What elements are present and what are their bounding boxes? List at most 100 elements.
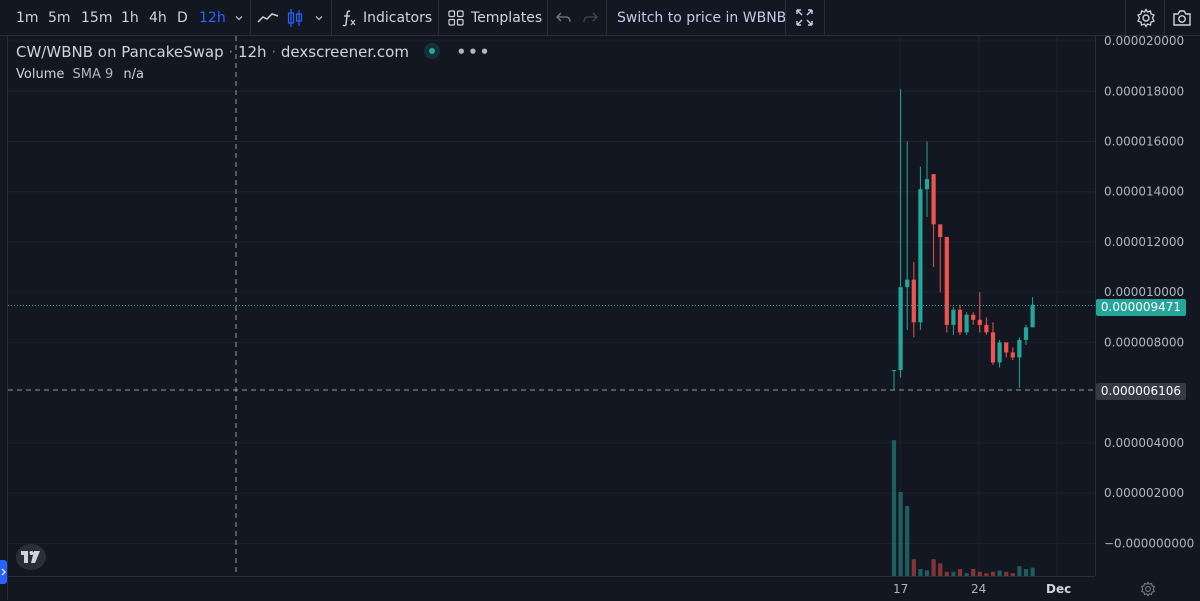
sma-value: n/a xyxy=(123,67,144,82)
candle-body xyxy=(971,314,976,320)
candle-body xyxy=(944,236,949,325)
redo-button[interactable] xyxy=(582,0,598,35)
price-tick-label: 0.000020000 xyxy=(1104,36,1184,48)
interval-d-button[interactable]: D xyxy=(177,0,188,35)
price-chart[interactable] xyxy=(8,36,1095,576)
candle-body xyxy=(905,279,910,288)
volume-bar xyxy=(957,569,963,576)
price-tick-label: 0.000002000 xyxy=(1104,486,1184,500)
volume-bar xyxy=(971,569,976,576)
expand-sidebar-button[interactable] xyxy=(0,560,7,584)
gear-icon xyxy=(1140,581,1156,597)
volume-legend: Volume SMA 9 n/a xyxy=(16,67,144,82)
line-chart-icon xyxy=(257,12,279,23)
grid-icon xyxy=(448,9,464,26)
candle-body xyxy=(911,279,916,323)
candles-icon xyxy=(287,8,303,27)
candle-body xyxy=(1023,327,1029,340)
interval-15m-button[interactable]: 15m xyxy=(81,0,112,35)
indicators-button[interactable]: Indicators xyxy=(341,0,432,35)
candles-chart-type-button[interactable] xyxy=(286,0,304,35)
top-toolbar: 1m 5m 15m 1h 4h D 12h Indicators Templat… xyxy=(0,0,1200,36)
price-tick-label: 0.000010000 xyxy=(1104,285,1184,299)
legend-separator: · xyxy=(271,43,277,61)
volume-bar xyxy=(891,440,897,576)
line-chart-type-button[interactable] xyxy=(257,0,279,35)
last-price-badge: 0.000009471 xyxy=(1096,299,1186,316)
time-axis-settings-button[interactable] xyxy=(1140,581,1156,601)
fullscreen-button[interactable] xyxy=(796,0,813,35)
undo-icon xyxy=(556,12,571,22)
candle-body xyxy=(977,319,982,325)
candle-body xyxy=(1030,304,1035,328)
time-axis[interactable] xyxy=(8,576,1095,600)
chevron-right-icon xyxy=(1,568,6,576)
interval-1m-button[interactable]: 1m xyxy=(16,0,39,35)
templates-button[interactable]: Templates xyxy=(448,0,542,35)
price-tick-label: 0.000012000 xyxy=(1104,235,1184,249)
redo-icon xyxy=(583,12,598,22)
chart-legend: CW/WBNB on PancakeSwap · 12h · dexscreen… xyxy=(16,43,491,61)
market-status-dot xyxy=(423,43,440,59)
crosshair-price-badge: 0.000006106 xyxy=(1096,383,1186,400)
fullscreen-icon xyxy=(796,9,813,26)
candle-body xyxy=(957,309,963,333)
price-tick-label: 0.000008000 xyxy=(1104,335,1184,349)
interval-dropdown-button[interactable] xyxy=(234,0,248,35)
time-label-17: 17 xyxy=(893,582,909,596)
candle-body xyxy=(898,287,903,371)
candle-body xyxy=(1017,339,1022,358)
settings-button[interactable] xyxy=(1136,0,1156,35)
chart-pane[interactable] xyxy=(8,36,1095,576)
volume-bar xyxy=(905,506,910,576)
price-tick-label: 0.000004000 xyxy=(1104,436,1184,450)
legend-separator: · xyxy=(228,43,234,61)
time-label-24: 24 xyxy=(971,582,987,596)
volume-bar xyxy=(1017,566,1022,576)
candle-body xyxy=(1004,342,1009,353)
chart-type-dropdown-button[interactable] xyxy=(314,0,326,35)
time-label-dec: Dec xyxy=(1046,582,1072,596)
legend-interval: 12h xyxy=(237,43,267,61)
legend-symbol: CW/WBNB on PancakeSwap xyxy=(16,43,224,61)
undo-button[interactable] xyxy=(556,0,572,35)
candle-body xyxy=(964,314,969,333)
indicators-label: Indicators xyxy=(363,9,433,26)
candle-body xyxy=(924,179,930,190)
candle-body xyxy=(918,189,923,323)
interval-12h-button[interactable]: 12h xyxy=(199,0,226,35)
candle-body xyxy=(938,224,943,237)
switch-price-wbnb-button[interactable]: Switch to price in WBNB xyxy=(617,0,786,35)
volume-bar xyxy=(911,559,916,576)
price-tick-label: −0.000000000 xyxy=(1104,536,1194,550)
candle-body xyxy=(931,174,936,225)
price-tick-label: 0.000016000 xyxy=(1104,134,1184,148)
candle-body xyxy=(1010,352,1015,358)
volume-bar xyxy=(918,569,923,576)
candle-body xyxy=(984,324,989,333)
screenshot-button[interactable] xyxy=(1172,0,1192,35)
interval-1h-button[interactable]: 1h xyxy=(121,0,139,35)
function-icon xyxy=(342,9,356,26)
gear-icon xyxy=(1137,7,1155,28)
sma-label: SMA 9 xyxy=(72,67,114,82)
volume-bar xyxy=(931,559,936,576)
price-tick-label: 0.000014000 xyxy=(1104,185,1184,199)
chevron-down-icon xyxy=(235,15,243,20)
legend-source: dexscreener.com xyxy=(280,43,409,61)
candle-body xyxy=(891,370,897,372)
camera-icon xyxy=(1173,9,1191,26)
volume-label: Volume xyxy=(16,67,65,82)
volume-bar xyxy=(898,492,903,576)
price-tick-label: 0.000018000 xyxy=(1104,84,1184,98)
candle-body xyxy=(990,332,996,363)
volume-bar xyxy=(938,563,943,576)
candle-body xyxy=(997,342,1002,363)
interval-4h-button[interactable]: 4h xyxy=(149,0,167,35)
tradingview-logo[interactable] xyxy=(16,544,46,570)
volume-bar xyxy=(1030,567,1035,576)
tradingview-icon xyxy=(21,551,40,563)
candle-body xyxy=(951,309,956,325)
more-options-icon[interactable]: ••• xyxy=(457,43,492,61)
interval-5m-button[interactable]: 5m xyxy=(48,0,71,35)
